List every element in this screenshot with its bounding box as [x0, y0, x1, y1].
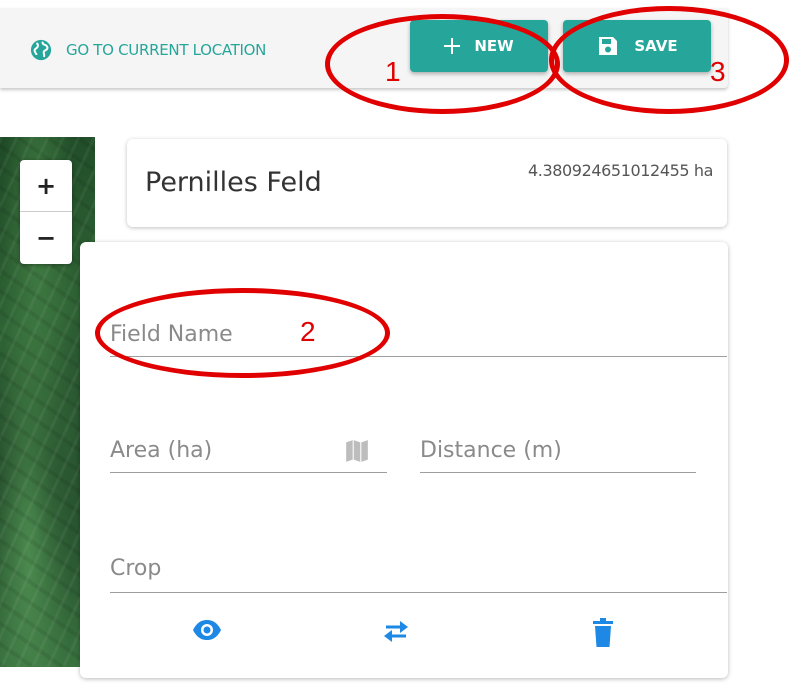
field-form-card	[80, 242, 728, 678]
toolbar: GO TO CURRENT LOCATION NEW SAVE	[0, 8, 728, 88]
annotation-number-3: 3	[710, 56, 726, 87]
field-name-wrapper	[110, 312, 727, 357]
crop-wrapper	[110, 544, 727, 593]
field-title: Pernilles Feld	[145, 167, 322, 198]
plus-icon	[444, 38, 461, 54]
zoom-in-button[interactable]: +	[20, 160, 72, 212]
save-button[interactable]: SAVE	[563, 20, 711, 72]
location-label: GO TO CURRENT LOCATION	[66, 41, 267, 59]
go-to-current-location-link[interactable]: GO TO CURRENT LOCATION	[30, 35, 266, 65]
eye-icon[interactable]	[192, 618, 222, 642]
new-button[interactable]: NEW	[410, 20, 548, 72]
new-button-label: NEW	[474, 37, 514, 55]
save-button-label: SAVE	[634, 37, 678, 55]
swap-arrows-icon[interactable]	[382, 618, 410, 644]
field-header-card: Pernilles Feld 4.380924651012455 ha	[127, 139, 727, 227]
field-actions	[80, 614, 728, 654]
floppy-disk-icon	[599, 37, 618, 55]
annotation-number-1: 1	[385, 56, 401, 87]
distance-input[interactable]	[420, 428, 696, 472]
annotation-number-2: 2	[300, 316, 316, 347]
field-area-value: 4.380924651012455 ha	[528, 161, 713, 180]
crop-input[interactable]	[110, 544, 727, 592]
distance-wrapper	[420, 428, 696, 473]
trash-icon[interactable]	[592, 618, 614, 648]
field-name-input[interactable]	[110, 312, 727, 356]
zoom-control: + −	[20, 160, 72, 264]
globe-icon	[30, 39, 52, 61]
zoom-out-button[interactable]: −	[20, 212, 72, 263]
map-icon[interactable]	[344, 438, 370, 464]
